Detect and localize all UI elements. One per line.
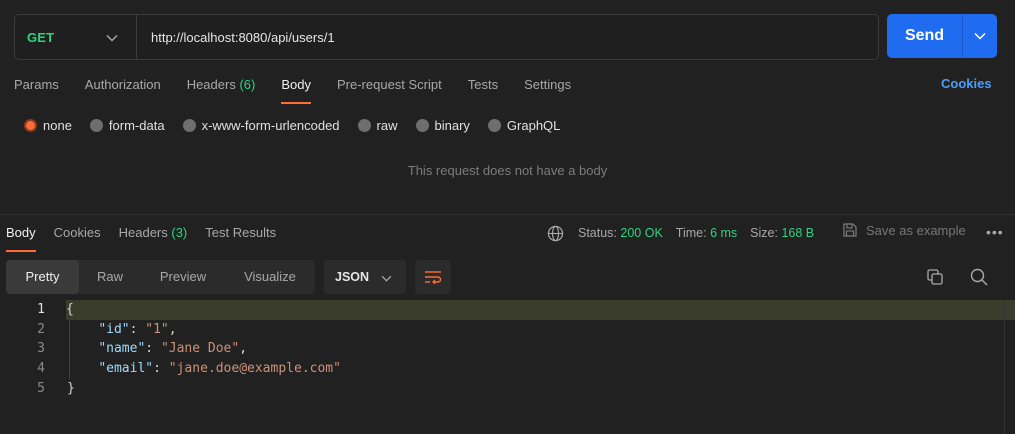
code-text: "id": "1", [98, 321, 177, 337]
line-number: 3 [37, 341, 45, 357]
size-info[interactable]: Size: 168 B [750, 226, 814, 240]
status-value: 200 OK [620, 226, 663, 240]
response-headers-count: (3) [171, 225, 188, 240]
tab-params[interactable]: Params [14, 76, 59, 104]
response-tabs: Body Cookies Headers (3) Test Results [6, 225, 294, 252]
radio-binary[interactable]: binary [415, 118, 470, 133]
line-number: 2 [37, 321, 45, 337]
view-visualize[interactable]: Visualize [225, 260, 315, 294]
response-tab-body[interactable]: Body [6, 225, 36, 252]
pane-divider[interactable] [0, 214, 1015, 215]
radio-raw[interactable]: raw [357, 118, 398, 133]
tab-body[interactable]: Body [281, 76, 311, 104]
radio-graphql[interactable]: GraphQL [487, 118, 560, 133]
save-label: Save as example [866, 222, 966, 238]
search-icon[interactable] [970, 268, 988, 289]
line-number: 5 [37, 380, 45, 396]
radio-icon [182, 118, 196, 132]
radio-icon [357, 118, 371, 132]
chevron-down-icon[interactable] [963, 32, 997, 40]
radio-none[interactable]: none [24, 118, 72, 133]
more-icon[interactable]: ••• [986, 224, 1004, 240]
response-body-code[interactable]: 1 { 2 "id": "1", 3 "name": "Jane Doe", 4… [0, 300, 1015, 398]
indent-guide [69, 320, 70, 379]
tab-tests[interactable]: Tests [468, 76, 498, 104]
radio-icon [415, 118, 429, 132]
send-button[interactable]: Send [887, 14, 997, 58]
radio-selected-icon [24, 118, 37, 132]
headers-count: (6) [239, 77, 256, 92]
wrap-lines-button[interactable] [415, 260, 451, 294]
time-value: 6 ms [710, 226, 738, 240]
copy-icon[interactable] [926, 268, 944, 289]
line-number: 1 [37, 302, 45, 318]
view-preview[interactable]: Preview [141, 260, 225, 294]
code-line: 1 { [37, 300, 1015, 320]
globe-icon[interactable] [547, 225, 564, 242]
response-tab-test-results[interactable]: Test Results [205, 225, 276, 252]
cookies-link[interactable]: Cookies [941, 76, 992, 91]
wrap-icon [424, 270, 442, 284]
view-pretty[interactable]: Pretty [6, 260, 79, 294]
request-tabs: Params Authorization Headers (6) Body Pr… [14, 76, 597, 104]
method-select[interactable]: GET [15, 15, 137, 59]
response-tab-cookies[interactable]: Cookies [54, 225, 101, 252]
time-info[interactable]: Time: 6 ms [676, 226, 737, 240]
radio-form-data[interactable]: form-data [89, 118, 165, 133]
radio-urlencoded[interactable]: x-www-form-urlencoded [182, 118, 340, 133]
code-text: } [67, 380, 75, 396]
format-label: JSON [335, 270, 370, 284]
scrollbar[interactable] [1004, 300, 1005, 434]
line-number: 4 [37, 361, 45, 377]
tab-authorization[interactable]: Authorization [85, 76, 161, 104]
send-label: Send [904, 27, 945, 44]
chevron-down-icon [381, 270, 392, 285]
code-line: 2 "id": "1", [0, 320, 1015, 340]
code-text: "name": "Jane Doe", [98, 341, 248, 357]
view-mode-group: Pretty Raw Preview Visualize [6, 260, 315, 294]
response-tab-headers[interactable]: Headers (3) [119, 225, 188, 252]
code-text: "email": "jane.doe@example.com" [98, 361, 341, 377]
body-type-options: none form-data x-www-form-urlencoded raw… [24, 116, 578, 134]
radio-icon [487, 118, 501, 132]
code-line: 5 } [0, 378, 1015, 398]
code-line: 4 "email": "jane.doe@example.com" [0, 359, 1015, 379]
status-info[interactable]: Status: 200 OK [578, 226, 663, 240]
tab-settings[interactable]: Settings [524, 76, 571, 104]
code-line: 3 "name": "Jane Doe", [0, 339, 1015, 359]
radio-icon [89, 118, 103, 132]
code-text: { [66, 302, 74, 318]
chevron-down-icon [106, 30, 118, 45]
save-as-example-button[interactable]: Save as example [842, 222, 966, 238]
method-label: GET [27, 29, 55, 45]
request-bar: GET http://localhost:8080/api/users/1 [14, 14, 879, 60]
size-value: 168 B [781, 226, 815, 240]
url-input[interactable]: http://localhost:8080/api/users/1 [137, 30, 335, 45]
response-meta: Status: 200 OK Time: 6 ms Size: 168 B [547, 224, 827, 242]
save-icon [842, 222, 858, 238]
no-body-message: This request does not have a body [407, 163, 608, 178]
tab-pre-request-script[interactable]: Pre-request Script [337, 76, 442, 104]
view-raw[interactable]: Raw [79, 260, 141, 294]
format-select[interactable]: JSON [324, 260, 406, 294]
tab-headers[interactable]: Headers (6) [187, 76, 256, 104]
